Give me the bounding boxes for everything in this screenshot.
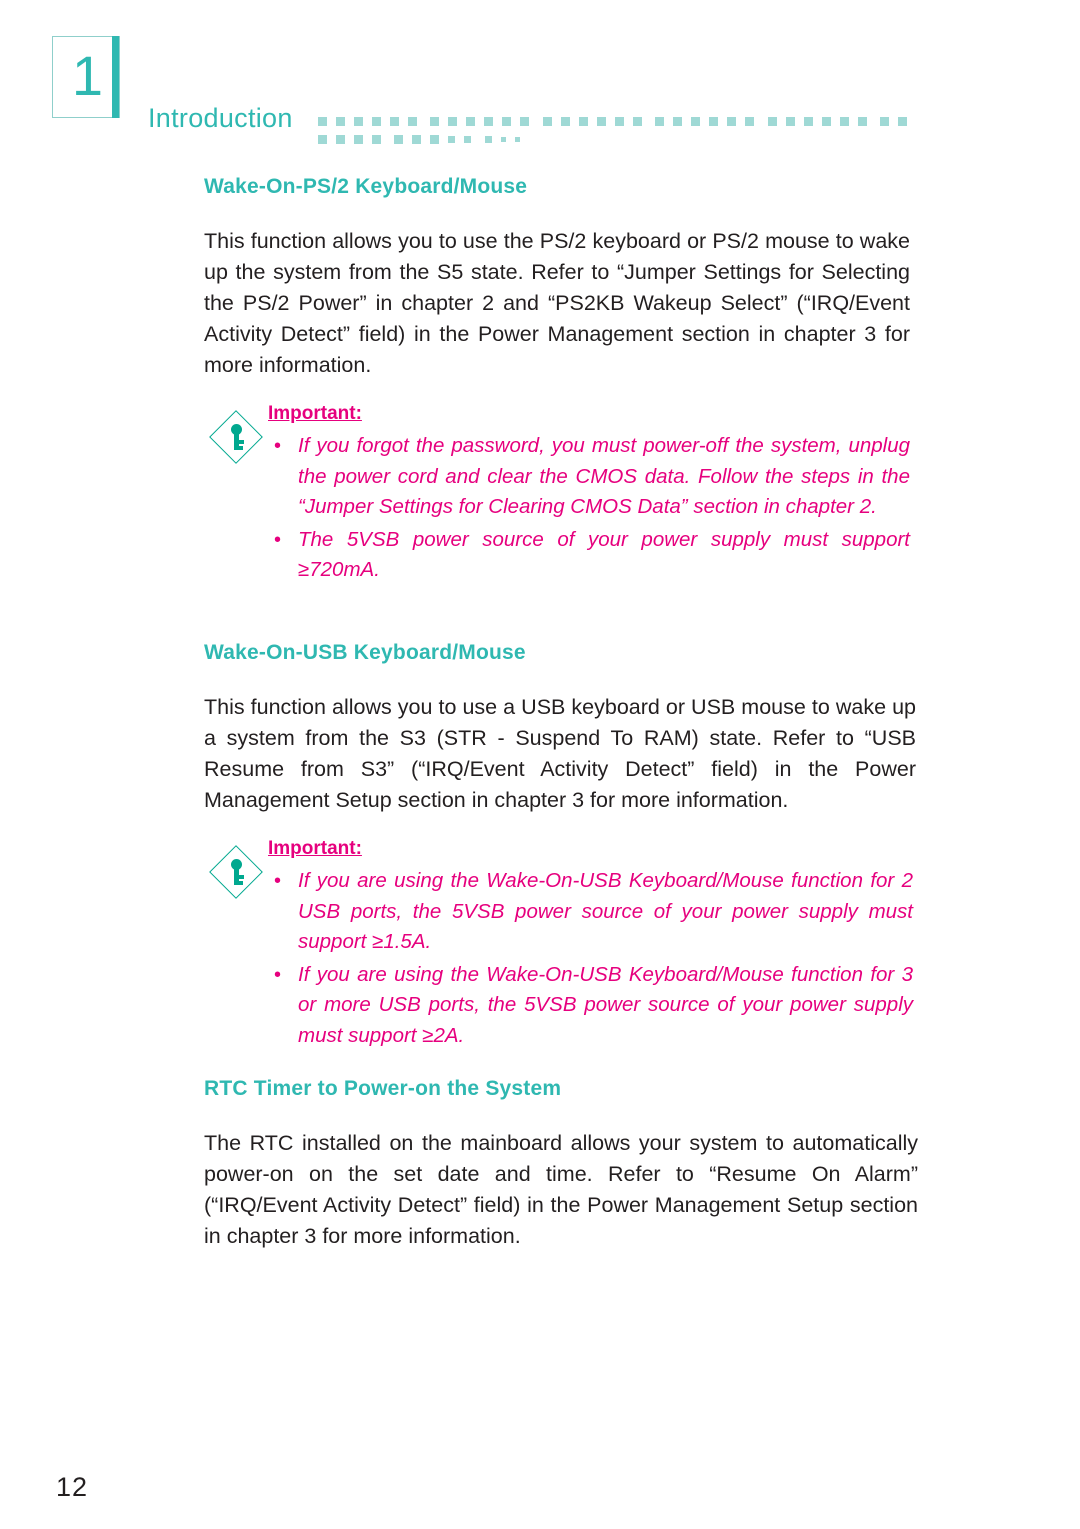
key-icon [209,410,264,465]
list-item: • If you are using the Wake-On-USB Keybo… [268,960,913,1052]
section-body-rtc-timer: The RTC installed on the mainboard allow… [204,1131,918,1248]
list-item-text: If you forgot the password, you must pow… [298,434,910,518]
list-item: • If you forgot the password, you must p… [268,431,910,523]
important-label: Important: [268,403,362,424]
list-item: • The 5VSB power source of your power su… [268,525,910,586]
section-heading-rtc-timer: RTC Timer to Power-on the System [204,1077,562,1100]
page-title: Introduction [148,103,293,133]
key-icon [209,845,264,900]
page-number: 12 [56,1472,89,1502]
list-item-text: If you are using the Wake-On-USB Keyboar… [298,962,913,1047]
list-item-text: If you are using the Wake-On-USB Keyboar… [298,869,913,953]
list-item: • If you are using the Wake-On-USB Keybo… [268,866,913,958]
section-body-wake-on-ps2: This function allows you to use the PS/2… [204,229,910,377]
important-list: • If you forgot the password, you must p… [268,431,910,588]
important-label: Important: [268,838,362,859]
page-header: 1 Introduction [0,0,1080,150]
bullet-dot: • [274,528,282,551]
chapter-number: 1 [71,44,104,107]
section-heading-wake-on-usb: Wake-On-USB Keyboard/Mouse [204,641,526,664]
important-list: • If you are using the Wake-On-USB Keybo… [268,866,913,1053]
bullet-dot: • [274,435,282,457]
header-dot-rule [318,117,918,144]
bullet-dot: • [274,870,282,892]
section-body-wake-on-usb: This function allows you to use a USB ke… [204,695,916,812]
section-heading-wake-on-ps2: Wake-On-PS/2 Keyboard/Mouse [204,175,528,198]
list-item-text: The 5VSB power source of your power supp… [298,527,910,582]
bullet-dot: • [274,963,282,986]
